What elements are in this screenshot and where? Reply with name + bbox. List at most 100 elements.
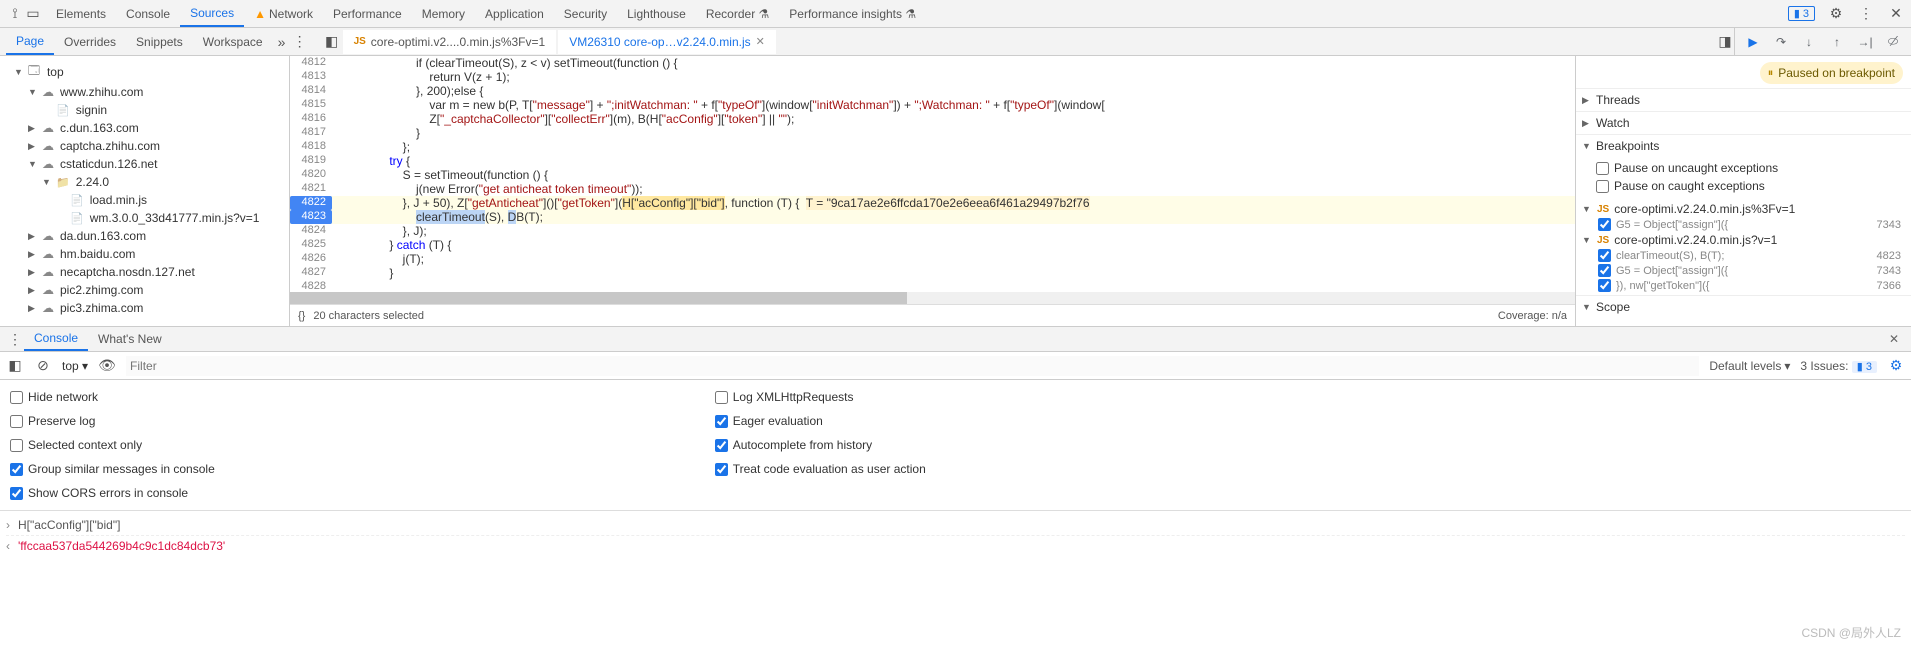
gutter[interactable]: 4814 [290,84,332,98]
tab-lighthouse[interactable]: Lighthouse [617,2,696,26]
navigator-toggle-icon[interactable]: ◧ [323,33,341,51]
drawer-tab-whatsnew[interactable]: What's New [88,328,172,350]
context-selector[interactable]: top ▾ [62,359,88,373]
issues-indicator[interactable]: ▮ 3 [1788,6,1815,21]
tree-top[interactable]: ▼top [0,60,289,83]
kebab-menu-icon[interactable]: ⋮ [1857,5,1875,23]
bp-file-1[interactable]: ▼JScore-optimi.v2.24.0.min.js%3Fv=1 [1576,201,1911,217]
chk-caught[interactable] [1596,180,1609,193]
live-expression-icon[interactable]: 👁 [98,357,116,375]
tab-network[interactable]: ▲Network [244,2,323,26]
tree-signin[interactable]: signin [0,101,289,119]
bp-check[interactable] [1598,279,1611,292]
drawer-tab-console[interactable]: Console [24,327,88,351]
tree-wm[interactable]: wm.3.0.0_33d41777.min.js?v=1 [0,209,289,227]
bp-check[interactable] [1598,249,1611,262]
log-levels[interactable]: Default levels ▾ [1709,359,1790,373]
tree-necap[interactable]: ▶necaptcha.nosdn.127.net [0,263,289,281]
subtab-page[interactable]: Page [6,29,54,55]
tree-cstatic[interactable]: ▼cstaticdun.126.net [0,155,289,173]
more-subtabs-icon[interactable]: » [273,33,291,51]
subtab-snippets[interactable]: Snippets [126,30,193,54]
bp-file-2[interactable]: ▼JScore-optimi.v2.24.0.min.js?v=1 [1576,232,1911,248]
tab-memory[interactable]: Memory [412,2,475,26]
tree-hmbaidu[interactable]: ▶hm.baidu.com [0,245,289,263]
tree-v2240[interactable]: ▼2.24.0 [0,173,289,191]
console-sidebar-icon[interactable]: ◧ [6,357,24,375]
section-threads[interactable]: ▶Threads [1576,89,1911,111]
step-icon[interactable]: →| [1857,34,1873,50]
pretty-print-icon[interactable]: {} [298,310,305,322]
step-over-icon[interactable]: ↷ [1773,34,1789,50]
file-tree[interactable]: ▼top ▼www.zhihu.com signin ▶c.dun.163.co… [0,56,290,326]
tab-console[interactable]: Console [116,2,180,26]
section-scope[interactable]: ▼Scope [1576,296,1911,318]
subtab-workspace[interactable]: Workspace [193,30,273,54]
tab-recorder[interactable]: Recorder ⚗ [696,2,779,26]
chk-selected-context[interactable] [10,439,23,452]
tree-load[interactable]: load.min.js [0,191,289,209]
inspect-icon[interactable]: ⟟ [6,5,24,23]
device-toggle-icon[interactable]: ▭ [24,5,42,23]
gutter[interactable]: 4820 [290,168,332,182]
gutter[interactable]: 4826 [290,252,332,266]
chk-autocomplete-history[interactable] [715,439,728,452]
tab-elements[interactable]: Elements [46,2,116,26]
code-editor[interactable]: 4812 if (clearTimeout(S), z < v) setTime… [290,56,1575,326]
tree-dadun[interactable]: ▶da.dun.163.com [0,227,289,245]
gutter[interactable]: 4818 [290,140,332,154]
subtab-overrides[interactable]: Overrides [54,30,126,54]
resume-icon[interactable]: ▶ [1745,34,1761,50]
gutter-breakpoint[interactable]: 4823 [290,210,332,224]
section-watch[interactable]: ▶Watch [1576,112,1911,134]
console-filter-input[interactable] [126,356,1699,376]
clear-console-icon[interactable]: ⊘ [34,357,52,375]
section-breakpoints[interactable]: ▼Breakpoints [1576,135,1911,157]
gutter[interactable]: 4812 [290,56,332,70]
tree-pic2[interactable]: ▶pic2.zhimg.com [0,281,289,299]
close-icon[interactable]: ✕ [756,35,765,48]
tab-performance[interactable]: Performance [323,2,412,26]
chk-eager-eval[interactable] [715,415,728,428]
tree-pic3[interactable]: ▶pic3.zhima.com [0,299,289,317]
file-tab-2[interactable]: VM26310 core-op…v2.24.0.min.js ✕ [558,30,776,54]
horizontal-scrollbar[interactable] [290,292,1575,304]
tab-application[interactable]: Application [475,2,554,26]
gutter[interactable]: 4827 [290,266,332,280]
gutter[interactable]: 4819 [290,154,332,168]
console-settings-icon[interactable]: ⚙ [1887,357,1905,375]
chk-preserve-log[interactable] [10,415,23,428]
gutter[interactable]: 4828 [290,280,332,292]
chk-group-similar[interactable] [10,463,23,476]
gutter[interactable]: 4825 [290,238,332,252]
subtab-kebab-icon[interactable]: ⋮ [291,33,309,51]
tree-cdun[interactable]: ▶c.dun.163.com [0,119,289,137]
gutter[interactable]: 4821 [290,182,332,196]
gutter[interactable]: 4813 [290,70,332,84]
drawer-kebab-icon[interactable]: ⋮ [6,330,24,348]
issues-link[interactable]: 3 Issues: ▮ 3 [1800,359,1877,373]
chk-uncaught[interactable] [1596,162,1609,175]
chk-treat-eval[interactable] [715,463,728,476]
deactivate-breakpoints-icon[interactable]: ⬭̸ [1885,34,1901,50]
bp-check[interactable] [1598,218,1611,231]
gutter[interactable]: 4824 [290,224,332,238]
chk-log-xhr[interactable] [715,391,728,404]
console-output[interactable]: H["acConfig"]["bid"] 'ffccaa537da544269b… [0,511,1911,560]
gutter-breakpoint[interactable]: 4822 [290,196,332,210]
tree-zhihu[interactable]: ▼www.zhihu.com [0,83,289,101]
step-out-icon[interactable]: ↑ [1829,34,1845,50]
tab-security[interactable]: Security [554,2,617,26]
panel-toggle-icon[interactable]: ◨ [1716,33,1734,51]
chk-hide-network[interactable] [10,391,23,404]
close-devtools-icon[interactable]: ✕ [1887,5,1905,23]
chk-show-cors[interactable] [10,487,23,500]
step-into-icon[interactable]: ↓ [1801,34,1817,50]
drawer-close-icon[interactable]: ✕ [1883,332,1905,346]
tab-sources[interactable]: Sources [180,1,244,27]
gutter[interactable]: 4817 [290,126,332,140]
gutter[interactable]: 4815 [290,98,332,112]
gutter[interactable]: 4816 [290,112,332,126]
settings-icon[interactable]: ⚙ [1827,5,1845,23]
bp-check[interactable] [1598,264,1611,277]
